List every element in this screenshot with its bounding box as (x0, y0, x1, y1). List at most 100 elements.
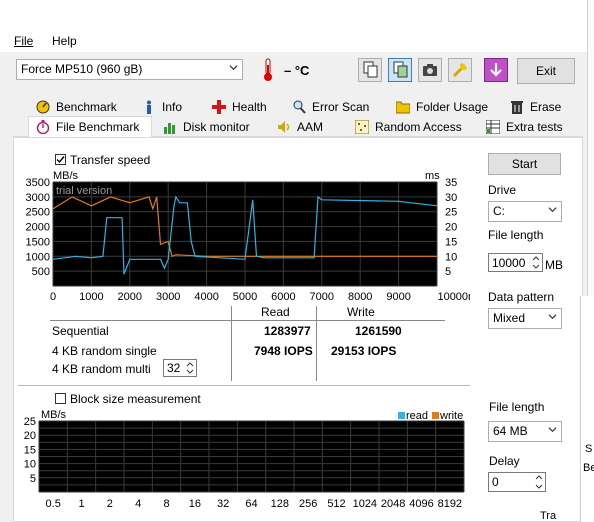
x-tick-label: 4000 (194, 291, 218, 303)
x-tick-label: 5000 (233, 291, 257, 303)
left-unit-label: MB/s (53, 170, 79, 182)
chevron-down-icon (548, 314, 557, 320)
y2-tick-label: 5 (445, 266, 451, 278)
x-tick-label: 8192 (438, 498, 462, 510)
y2-tick-label: 10 (445, 251, 457, 263)
legend-read-swatch (398, 412, 405, 419)
magnifier-icon (293, 100, 306, 114)
x-tick-label: 9000 (386, 291, 410, 303)
legend-read-label: read (406, 410, 428, 422)
file-length-label: File length (488, 228, 544, 242)
y2-tick-label: 25 (445, 207, 457, 219)
y-tick-label: 3000 (26, 192, 50, 204)
spinner-arrows-icon (535, 475, 543, 489)
table-col-divider (231, 306, 232, 381)
y-tick-label: 1500 (26, 236, 50, 248)
chevron-down-icon (548, 427, 557, 433)
block-file-length-label: File length (489, 400, 545, 414)
y2-tick-label: 30 (445, 192, 457, 204)
spinner-arrows-icon (532, 256, 540, 269)
x-tick-label: 512 (327, 498, 345, 510)
y-tick-label: 3500 (26, 177, 50, 189)
download-button[interactable] (484, 58, 508, 82)
plus-icon (212, 100, 226, 114)
y-tick-label: 10 (24, 459, 36, 471)
y-tick-label: 20 (24, 430, 36, 442)
x-tick-label: 256 (299, 498, 317, 510)
x-tick-label: 8000 (348, 291, 372, 303)
y2-tick-label: 20 (445, 222, 457, 234)
legend-write-label: write (439, 410, 463, 422)
watermark: trial version (56, 185, 112, 197)
y2-tick-label: 15 (445, 236, 457, 248)
camera-icon (423, 64, 437, 76)
x-tick-label: 10000mB (437, 291, 470, 303)
data-pattern-select[interactable]: Mixed (488, 308, 562, 329)
x-tick-label: 4 (135, 498, 141, 510)
x-tick-label: 2 (107, 498, 113, 510)
temperature-readout: – °C (284, 63, 310, 78)
folder-icon (396, 101, 410, 114)
drive-select[interactable]: Force MP510 (960 gB) (16, 59, 243, 80)
x-tick-label: 1 (78, 498, 84, 510)
y-tick-label: 500 (32, 266, 50, 278)
y-tick-label: 25 (24, 416, 36, 428)
block-file-length-select[interactable]: 64 MB (488, 421, 562, 442)
x-tick-label: 4096 (409, 498, 433, 510)
y-tick-label: 15 (24, 444, 36, 456)
x-tick-label: 16 (189, 498, 201, 510)
data-pattern-label: Data pattern (488, 290, 555, 304)
x-tick-label: 2048 (381, 498, 405, 510)
spinner-arrows-icon (186, 362, 194, 374)
chevron-down-icon (548, 207, 557, 213)
spreadsheet-icon (486, 120, 500, 134)
delay-input[interactable]: 0 (488, 472, 546, 492)
row-label: 4 KB random single (52, 344, 157, 358)
y2-tick-label: 35 (445, 177, 457, 189)
delay-label: Delay (489, 454, 520, 468)
bar-chart-icon (164, 123, 175, 134)
drive-label: Drive (488, 183, 517, 197)
file-length-input[interactable]: 10000 (488, 253, 543, 272)
read-value: 1283977 (264, 324, 311, 338)
block-unit-label: MB/s (41, 409, 67, 421)
transfer-speed-label: Transfer speed (70, 153, 151, 167)
stopwatch-icon (36, 120, 50, 134)
title-bar (0, 0, 587, 30)
transfer-chart: MB/s ms 3500 3000 2500 2000 1500 1000 500 35 30… (26, 170, 470, 303)
right-unit-label: ms (425, 170, 440, 182)
x-tick-label: 1024 (353, 498, 377, 510)
background-text: S (585, 443, 593, 455)
col-write-header: Write (347, 305, 375, 319)
grid-dots-icon (355, 120, 369, 134)
queue-depth-spinner[interactable]: 32 (163, 359, 197, 377)
menu-file[interactable]: File (14, 34, 33, 48)
block-size-chart: MB/s read write 25 20 15 10 5 0.5 1 2 4 8 16 32 64 1… (24, 409, 465, 510)
copy-text-button[interactable] (358, 58, 382, 82)
read-value: 7948 IOPS (254, 344, 313, 358)
x-tick-label: 8 (163, 498, 169, 510)
options-button[interactable] (448, 58, 472, 82)
x-tick-label: 6000 (271, 291, 295, 303)
legend-write-swatch (432, 412, 439, 419)
exit-button[interactable]: Exit (517, 58, 575, 84)
copy-icon (363, 61, 378, 78)
x-tick-label: 1000 (79, 291, 103, 303)
x-tick-label: 0 (50, 291, 56, 303)
background-text: Be (583, 462, 594, 474)
menu-help[interactable]: Help (52, 34, 77, 48)
write-value: 29153 IOPS (331, 344, 397, 358)
screenshot-button[interactable] (418, 58, 442, 82)
copy-screenshot-button[interactable] (388, 58, 412, 82)
start-button[interactable]: Start (488, 153, 561, 175)
x-tick-label: 128 (271, 498, 289, 510)
block-size-checkbox[interactable] (55, 393, 66, 404)
row-label: 4 KB random multi (52, 362, 151, 376)
drive-letter-select[interactable]: C: (488, 201, 562, 222)
x-tick-label: 2000 (118, 291, 142, 303)
x-tick-label: 64 (245, 498, 257, 510)
info-icon (147, 100, 151, 114)
x-tick-label: 32 (217, 498, 229, 510)
transfer-speed-checkbox[interactable] (55, 154, 66, 165)
x-tick-label: 7000 (310, 291, 334, 303)
